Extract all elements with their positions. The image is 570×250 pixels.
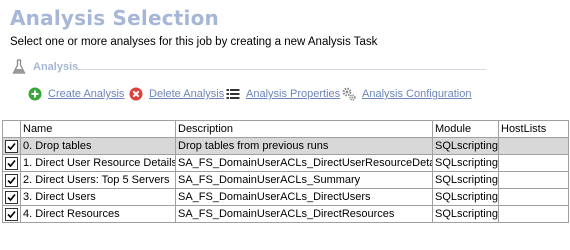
- checkmark-icon: [7, 210, 16, 218]
- cell-hostlists: [498, 154, 569, 172]
- row-checkbox-cell[interactable]: [2, 205, 21, 223]
- column-header-description[interactable]: Description: [175, 120, 433, 138]
- checkmark-icon: [7, 176, 16, 184]
- table-row[interactable]: 4. Direct Resources SA_FS_DomainUserACLs…: [2, 205, 569, 223]
- cell-description: SA_FS_DomainUserACLs_Summary: [175, 171, 433, 189]
- cell-name: 3. Direct Users: [20, 188, 176, 206]
- row-checkbox-cell[interactable]: [2, 137, 21, 155]
- gears-icon: [342, 87, 356, 101]
- checkmark-icon: [7, 159, 16, 167]
- cell-hostlists: [498, 171, 569, 189]
- checkbox[interactable]: [5, 156, 18, 170]
- analysis-table: Name Description Module HostLists 0. Dro…: [2, 120, 569, 223]
- table-row[interactable]: 1. Direct User Resource Details SA_FS_Do…: [2, 154, 569, 172]
- page-title: Analysis Selection: [10, 6, 219, 30]
- cell-name: 1. Direct User Resource Details: [20, 154, 176, 172]
- table-row[interactable]: 2. Direct Users: Top 5 Servers SA_FS_Dom…: [2, 171, 569, 189]
- cell-name: 4. Direct Resources: [20, 205, 176, 223]
- cell-module: SQLscripting: [432, 188, 499, 206]
- column-header-checkbox[interactable]: [2, 120, 21, 138]
- section-label: Analysis: [33, 61, 79, 73]
- checkbox[interactable]: [5, 173, 18, 187]
- table-row[interactable]: 0. Drop tables Drop tables from previous…: [2, 137, 569, 155]
- cell-description: SA_FS_DomainUserACLs_DirectUserResourceD…: [175, 154, 433, 172]
- cell-hostlists: [498, 137, 569, 155]
- row-checkbox-cell[interactable]: [2, 188, 21, 206]
- column-header-hostlists[interactable]: HostLists: [498, 120, 569, 138]
- checkmark-icon: [7, 193, 16, 201]
- cell-description: SA_FS_DomainUserACLs_DirectUsers: [175, 188, 433, 206]
- cell-name: 0. Drop tables: [20, 137, 176, 155]
- cell-name: 2. Direct Users: Top 5 Servers: [20, 171, 176, 189]
- checkbox[interactable]: [5, 139, 18, 153]
- delete-x-circle-icon: [129, 87, 143, 101]
- table-row[interactable]: 3. Direct Users SA_FS_DomainUserACLs_Dir…: [2, 188, 569, 206]
- section-divider: [74, 69, 486, 70]
- analysis-properties-label: Analysis Properties: [246, 88, 341, 100]
- list-icon: [226, 89, 240, 99]
- cell-description: Drop tables from previous runs: [175, 137, 433, 155]
- page-subtitle: Select one or more analyses for this job…: [10, 36, 378, 48]
- plus-circle-icon: [28, 87, 42, 101]
- column-header-name[interactable]: Name: [20, 120, 176, 138]
- checkbox[interactable]: [5, 190, 18, 204]
- table-header-row: Name Description Module HostLists: [2, 120, 569, 138]
- cell-hostlists: [498, 188, 569, 206]
- create-analysis-label: Create Analysis: [48, 88, 125, 100]
- cell-hostlists: [498, 205, 569, 223]
- cell-module: SQLscripting: [432, 137, 499, 155]
- analysis-configuration-label: Analysis Configuration: [362, 88, 472, 100]
- checkbox[interactable]: [5, 207, 18, 221]
- cell-module: SQLscripting: [432, 154, 499, 172]
- cell-module: SQLscripting: [432, 171, 499, 189]
- row-checkbox-cell[interactable]: [2, 154, 21, 172]
- column-header-module[interactable]: Module: [432, 120, 499, 138]
- cell-module: SQLscripting: [432, 205, 499, 223]
- row-checkbox-cell[interactable]: [2, 171, 21, 189]
- flask-icon: [12, 59, 26, 74]
- delete-analysis-label: Delete Analysis: [149, 88, 225, 100]
- analysis-section-header: Analysis: [12, 59, 486, 77]
- cell-description: SA_FS_DomainUserACLs_DirectResources: [175, 205, 433, 223]
- checkmark-icon: [7, 142, 16, 150]
